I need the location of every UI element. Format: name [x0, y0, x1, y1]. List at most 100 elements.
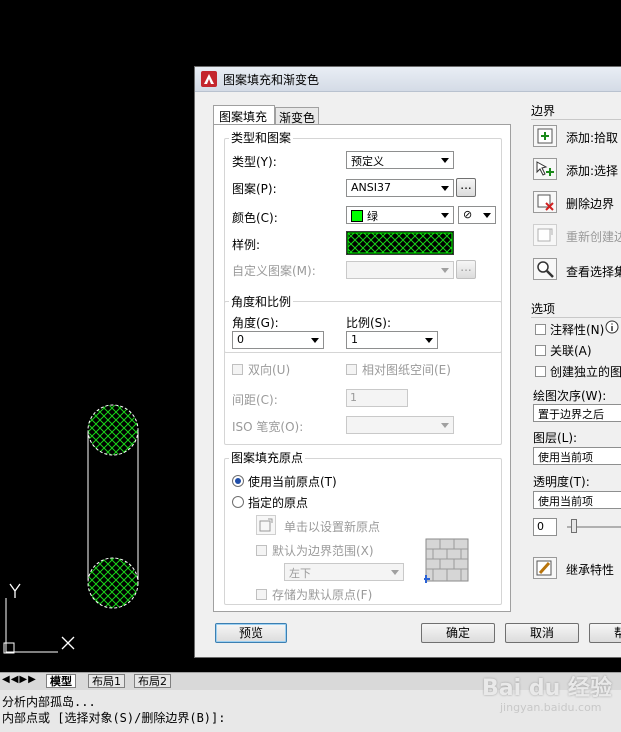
tab-gradient[interactable]: 渐变色	[275, 107, 319, 125]
inherit-brush-icon	[536, 560, 552, 576]
hatched-circle-top	[87, 404, 139, 456]
add-pick-label: 添加:拾取	[566, 131, 619, 145]
origin-title: 图案填充原点	[229, 449, 306, 466]
boundary-title: 边界	[531, 104, 556, 118]
magnifier-icon	[537, 261, 554, 278]
custom-pattern-label: 自定义图案(M):	[232, 264, 316, 278]
hatched-circle-bottom	[87, 557, 139, 609]
layout-tab-model[interactable]: 模型	[46, 674, 76, 688]
options-divider	[531, 317, 621, 318]
layer-combo[interactable]: 使用当前项	[533, 447, 621, 465]
set-origin-icon	[259, 518, 273, 532]
recreate-boundary-icon	[537, 228, 553, 242]
tab-panel: 类型和图案 类型(Y): 预定义 图案(P): ANSI37 ... 颜色(C)…	[213, 124, 511, 612]
color-value: 绿	[367, 210, 378, 223]
pattern-browse-button[interactable]: ...	[456, 178, 476, 197]
iso-pen-combo[interactable]	[346, 416, 454, 434]
command-prompt-line: 内部点或 [选择对象(S)/删除边界(B)]:	[2, 711, 226, 725]
command-history-line: 分析内部孤岛...	[2, 695, 96, 709]
type-pattern-title: 类型和图案	[229, 129, 294, 146]
transparency-input[interactable]: 0	[533, 518, 557, 536]
store-origin-label: 存储为默认原点(F)	[272, 588, 373, 602]
draw-order-value: 置于边界之后	[538, 408, 604, 421]
type-value: 预定义	[351, 155, 384, 168]
custom-browse-button[interactable]: ...	[456, 260, 476, 279]
layer-value: 使用当前项	[538, 451, 593, 464]
remove-boundary-label: 删除边界	[566, 197, 615, 211]
tab-nav-arrows-icon[interactable]: ◀◀▶▶	[2, 674, 37, 685]
type-combo[interactable]: 预定义	[346, 151, 454, 169]
inherit-properties-label: 继承特性	[566, 563, 615, 577]
set-origin-label: 单击以设置新原点	[284, 520, 381, 534]
angle-combo[interactable]: 0	[232, 331, 324, 349]
scale-combo[interactable]: 1	[346, 331, 438, 349]
view-selection-button[interactable]	[533, 258, 557, 280]
boundary-divider	[531, 119, 621, 120]
draw-order-combo[interactable]: 置于边界之后	[533, 404, 621, 422]
swatch-label: 样例:	[232, 238, 261, 252]
relative-paper-checkbox[interactable]	[346, 364, 357, 375]
transparency-value: 使用当前项	[538, 495, 593, 508]
ok-button[interactable]: 确定	[421, 623, 495, 643]
transparency-slider-thumb[interactable]	[571, 519, 577, 533]
hatch-swatch[interactable]	[346, 231, 454, 255]
view-selection-label: 查看选择集	[566, 265, 621, 279]
tab-hatch[interactable]: 图案填充	[213, 105, 275, 125]
type-label: 类型(Y):	[232, 155, 277, 169]
scale-label: 比例(S):	[346, 316, 392, 330]
annotative-checkbox[interactable]	[535, 324, 546, 335]
layout-tab-layout2[interactable]: 布局2	[134, 674, 171, 688]
origin-position-combo[interactable]: 左下	[284, 563, 404, 581]
relative-paper-label: 相对图纸空间(E)	[362, 363, 451, 377]
add-pick-icon	[537, 128, 553, 144]
bgcolor-none-icon: ⊘	[463, 208, 473, 221]
origin-position-value: 左下	[289, 567, 311, 580]
dialog-title: 图案填充和渐变色	[223, 73, 320, 87]
spacing-label: 间距(C):	[232, 393, 278, 407]
scale-value: 1	[351, 333, 358, 346]
store-origin-checkbox[interactable]	[256, 589, 267, 600]
associative-checkbox[interactable]	[535, 345, 546, 356]
default-extents-checkbox[interactable]	[256, 545, 267, 556]
angle-value: 0	[237, 333, 244, 346]
pattern-combo[interactable]: ANSI37	[346, 179, 454, 197]
bgcolor-combo[interactable]: ⊘	[458, 206, 496, 224]
default-extents-label: 默认为边界范围(X)	[272, 544, 374, 558]
separate-hatches-checkbox[interactable]	[535, 366, 546, 377]
layer-label: 图层(L):	[533, 431, 578, 445]
custom-pattern-combo[interactable]	[346, 261, 454, 279]
tab-hatch-label: 图案填充	[219, 110, 268, 124]
annotative-label: 注释性(N)	[550, 323, 605, 337]
recreate-boundary-label: 重新创建边	[566, 230, 621, 244]
info-icon	[605, 320, 619, 334]
recreate-boundary-button[interactable]	[533, 224, 557, 246]
associative-label: 关联(A)	[550, 344, 592, 358]
spacing-input[interactable]: 1	[346, 389, 408, 407]
help-button[interactable]: 帮	[589, 623, 621, 643]
pattern-label: 图案(P):	[232, 182, 277, 196]
color-combo[interactable]: 绿	[346, 206, 454, 224]
inherit-properties-button[interactable]	[533, 557, 557, 579]
set-origin-button[interactable]	[256, 515, 276, 535]
use-current-origin-radio[interactable]	[232, 475, 244, 487]
dialog-titlebar[interactable]: 图案填充和渐变色	[195, 67, 621, 92]
pattern-value: ANSI37	[351, 181, 391, 194]
cancel-button[interactable]: 取消	[505, 623, 579, 643]
remove-boundary-button[interactable]	[533, 191, 557, 213]
add-pick-button[interactable]	[533, 125, 557, 147]
transparency-combo[interactable]: 使用当前项	[533, 491, 621, 509]
color-label: 颜色(C):	[232, 211, 278, 225]
angle-label: 角度(G):	[232, 316, 279, 330]
options-title: 选项	[531, 302, 556, 316]
add-select-button[interactable]	[533, 158, 557, 180]
origin-preview-icon	[424, 538, 469, 583]
specified-origin-radio[interactable]	[232, 496, 244, 508]
remove-boundary-icon	[537, 194, 554, 211]
double-checkbox[interactable]	[232, 364, 243, 375]
add-select-label: 添加:选择	[566, 164, 619, 178]
draw-order-label: 绘图次序(W):	[533, 389, 607, 403]
preview-button[interactable]: 预览	[215, 623, 287, 643]
hatch-dialog: 图案填充和渐变色 图案填充 渐变色 类型和图案 类型(Y): 预定义 图案(P)…	[194, 66, 621, 658]
layout-tab-layout1[interactable]: 布局1	[88, 674, 125, 688]
double-label: 双向(U)	[248, 363, 291, 377]
